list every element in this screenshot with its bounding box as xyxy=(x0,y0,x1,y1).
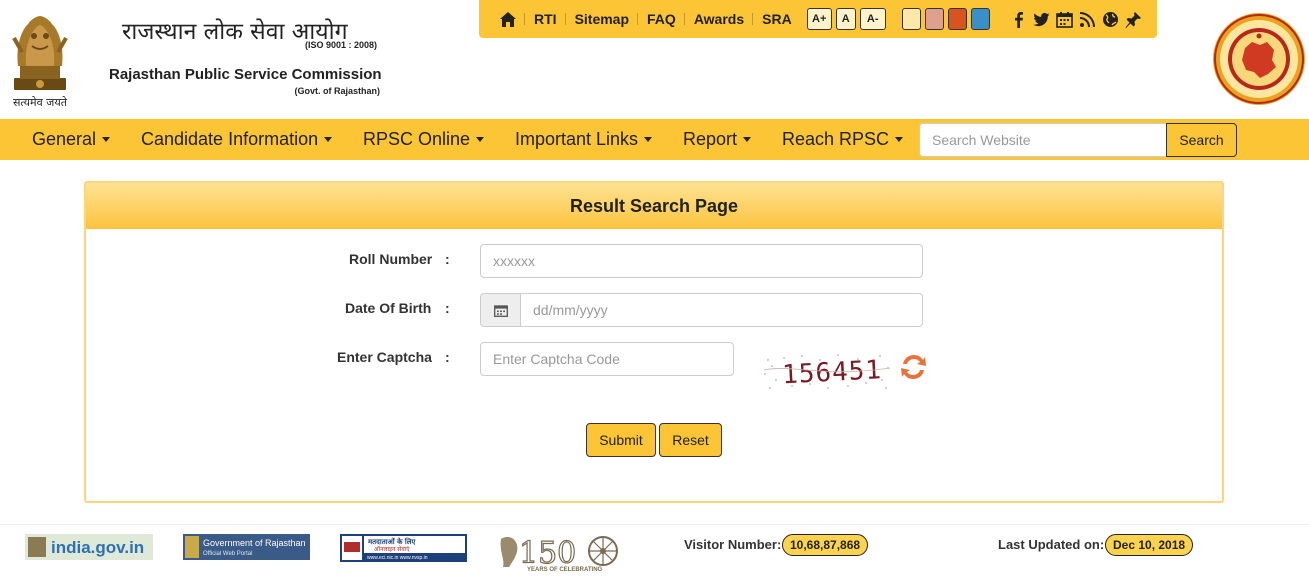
gov-raj-subtext: Official Web Portal xyxy=(203,551,252,557)
theme-swatch-orange[interactable] xyxy=(947,8,967,30)
dob-colon: : xyxy=(445,300,450,316)
lion-capital-icon xyxy=(12,16,68,90)
font-increase-button[interactable]: A+ xyxy=(806,8,832,30)
captcha-input[interactable] xyxy=(480,342,734,376)
nav-label: Candidate Information xyxy=(141,129,319,149)
font-normal-button[interactable]: A xyxy=(835,8,856,30)
voter-hindi-text: मतदाताओं के लिए xyxy=(367,537,416,546)
iso-certification: (ISO 9001 : 2008) xyxy=(304,40,377,50)
dob-label: Date Of Birth xyxy=(345,300,432,316)
facebook-icon[interactable] xyxy=(1010,11,1027,28)
captcha-image: 156451 xyxy=(762,350,892,392)
nav-candidate-information[interactable]: Candidate Information xyxy=(141,119,333,160)
calendar-addon[interactable] xyxy=(480,293,521,327)
india-gov-logo[interactable]: india.gov.in xyxy=(25,534,153,560)
nav-label: Report xyxy=(683,129,738,149)
site-search-button[interactable]: Search xyxy=(1166,123,1237,157)
site-search-input[interactable] xyxy=(919,123,1167,157)
voter-hindi-text-2: ऑनलाइन सेवाएं xyxy=(374,545,410,553)
caret-down-icon xyxy=(895,137,904,142)
govt-subtitle: (Govt. of Rajasthan) xyxy=(294,86,380,96)
home-link[interactable] xyxy=(491,0,525,38)
font-decrease-button[interactable]: A- xyxy=(859,8,886,30)
captcha-code-text: 156451 xyxy=(781,355,882,390)
theme-swatch-blue[interactable] xyxy=(970,8,990,30)
voter-url-text: www.eci.nic.in www.nvsp.in xyxy=(367,555,428,561)
refresh-icon xyxy=(901,355,926,379)
site-title-english: Rajasthan Public Service Commission xyxy=(109,66,382,83)
nav-reach-rpsc[interactable]: Reach RPSC xyxy=(782,119,904,160)
years-caption-text: YEARS OF CELEBRATING xyxy=(527,567,603,573)
nav-report[interactable]: Report xyxy=(683,119,752,160)
site-header: सत्यमेव जयते राजस्थान लोक सेवा आयोग (ISO… xyxy=(0,0,1309,119)
nav-important-links[interactable]: Important Links xyxy=(515,119,653,160)
nav-general[interactable]: General xyxy=(32,119,111,160)
captcha-label: Enter Captcha xyxy=(337,349,432,365)
theme-switcher xyxy=(901,8,990,30)
sitemap-link[interactable]: Sitemap xyxy=(566,0,639,38)
calendar-icon[interactable] xyxy=(1055,11,1073,28)
rss-icon[interactable] xyxy=(1079,11,1096,28)
ashoka-emblem-logo[interactable]: सत्यमेव जयते xyxy=(4,8,76,109)
gov-rajasthan-logo[interactable]: Government of Rajasthan Official Web Por… xyxy=(183,534,310,560)
gov-raj-text: Government of Rajasthan xyxy=(203,538,306,548)
emblem-caption: सत्यमेव जयते xyxy=(12,96,67,109)
last-updated-badge: Dec 10, 2018 xyxy=(1105,534,1194,556)
font-size-controls: A+ A A- xyxy=(806,8,886,30)
calendar-icon xyxy=(493,304,508,317)
150-years-logo[interactable]: 150 YEARS OF CELEBRATING xyxy=(497,533,625,576)
home-icon xyxy=(500,11,516,27)
nav-label: Important Links xyxy=(515,129,639,149)
nav-rpsc-online[interactable]: RPSC Online xyxy=(363,119,485,160)
pin-icon[interactable] xyxy=(1125,11,1142,28)
globe-icon[interactable] xyxy=(1102,11,1119,28)
nav-label: General xyxy=(32,129,97,149)
india-gov-text: india.gov.in xyxy=(51,538,144,557)
theme-swatch-rose[interactable] xyxy=(924,8,944,30)
top-utility-bar: RTI Sitemap FAQ Awards SRA A+ A A- xyxy=(479,0,1157,38)
faq-link[interactable]: FAQ xyxy=(638,0,685,38)
roll-number-input[interactable] xyxy=(480,244,923,278)
reset-button[interactable]: Reset xyxy=(659,423,722,457)
sra-link[interactable]: SRA xyxy=(753,0,801,38)
caret-down-icon xyxy=(743,137,752,142)
awards-link[interactable]: Awards xyxy=(685,0,754,38)
rpsc-seal-icon xyxy=(1213,13,1305,105)
rpsc-seal-logo[interactable] xyxy=(1212,12,1306,106)
rti-link[interactable]: RTI xyxy=(525,0,566,38)
submit-button[interactable]: Submit xyxy=(586,423,656,457)
social-links xyxy=(1010,11,1142,28)
theme-swatch-light[interactable] xyxy=(901,8,921,30)
roll-number-colon: : xyxy=(445,251,450,267)
nav-label: RPSC Online xyxy=(363,129,471,149)
visitor-number-badge: 10,68,87,868 xyxy=(782,534,869,556)
twitter-icon[interactable] xyxy=(1033,11,1050,28)
last-updated-label: Last Updated on: xyxy=(998,537,1105,552)
caret-down-icon xyxy=(476,137,485,142)
dob-input[interactable] xyxy=(520,293,923,327)
voter-services-logo[interactable]: मतदाताओं के लिए ऑनलाइन सेवाएं www.eci.ni… xyxy=(340,534,467,562)
panel-title: Result Search Page xyxy=(86,183,1222,229)
caret-down-icon xyxy=(324,137,333,142)
nav-label: Reach RPSC xyxy=(782,129,890,149)
roll-number-label: Roll Number xyxy=(349,251,433,267)
years-number-text: 150 xyxy=(519,536,576,571)
refresh-captcha-button[interactable] xyxy=(900,352,927,382)
caret-down-icon xyxy=(102,137,111,142)
captcha-colon: : xyxy=(445,349,450,365)
visitor-number-label: Visitor Number: xyxy=(684,537,782,552)
caret-down-icon xyxy=(644,137,653,142)
